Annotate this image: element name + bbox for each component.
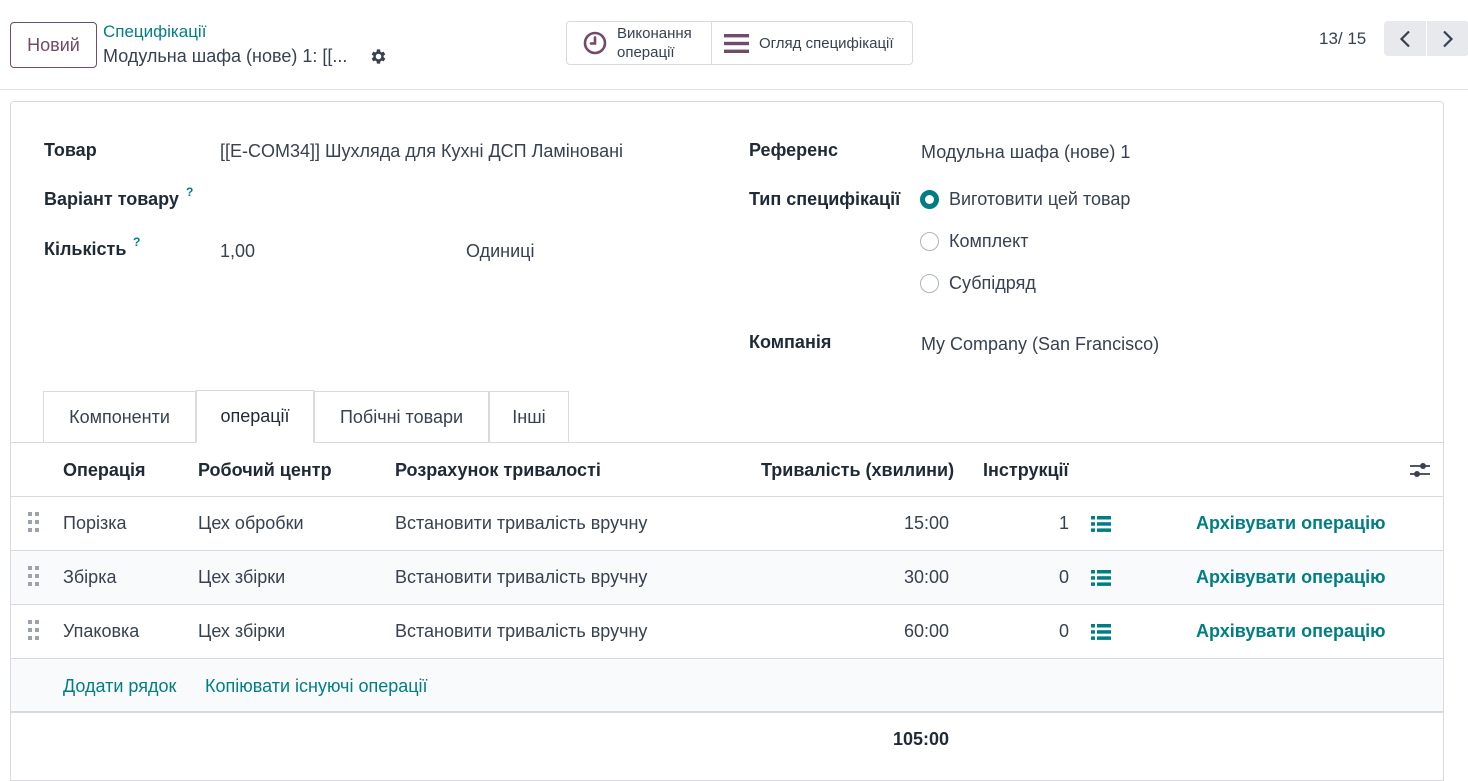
- add-line-link[interactable]: Додати рядок: [63, 676, 176, 697]
- record-title: Модульна шафа (нове) 1: [[...: [103, 46, 348, 66]
- radio-kit-label[interactable]: Комплект: [949, 231, 1028, 252]
- table-row[interactable]: Збірка Цех збірки Встановити тривалість …: [11, 551, 1443, 605]
- table-row[interactable]: Порізка Цех обробки Встановити триваліст…: [11, 497, 1443, 551]
- form-sheet: Товар [[E-COM34]] Шухляда для Кухні ДСП …: [10, 101, 1444, 781]
- reference-field[interactable]: Модульна шафа (нове) 1: [921, 142, 1130, 163]
- column-duration-computation[interactable]: Розрахунок тривалості: [395, 460, 601, 481]
- new-button[interactable]: Новий: [10, 22, 97, 68]
- cell-instructions: 1: [1058, 513, 1069, 533]
- cell-workcenter: Цех збірки: [198, 621, 286, 641]
- uom-field[interactable]: Одиниці: [466, 241, 534, 262]
- cell-duration-computation: Встановити тривалість вручну: [395, 567, 648, 587]
- radio-subcontracting-label[interactable]: Субпідряд: [949, 273, 1036, 294]
- variant-help-icon[interactable]: ?: [186, 185, 193, 199]
- add-line-row: Додати рядок Копіювати існуючі операції: [11, 660, 1443, 713]
- company-label: Компанія: [749, 332, 832, 352]
- column-instructions[interactable]: Інструкції: [983, 460, 1069, 481]
- bom-type-label: Тип специфікації: [749, 189, 901, 209]
- pager-previous-button[interactable]: [1384, 21, 1426, 56]
- bars-icon: [724, 33, 749, 53]
- clock-icon: [583, 31, 607, 55]
- cell-operation: Порізка: [63, 513, 127, 533]
- archive-operation-button[interactable]: Архівувати операцію: [1196, 621, 1385, 642]
- drag-handle-icon[interactable]: [28, 512, 40, 534]
- smart-buttons: Виконання операції Огляд специфікації: [566, 21, 913, 65]
- cell-duration-computation: Встановити тривалість вручну: [395, 513, 648, 533]
- operations-smart-button[interactable]: Виконання операції: [567, 22, 712, 64]
- gear-icon[interactable]: [369, 47, 388, 66]
- cell-duration: 30:00: [903, 567, 949, 587]
- total-duration: 105:00: [892, 729, 949, 749]
- cell-operation: Збірка: [63, 567, 117, 587]
- company-field[interactable]: My Company (San Francisco): [921, 334, 1159, 355]
- operations-table-header: Операція Робочий центр Розрахунок тривал…: [11, 443, 1443, 497]
- column-duration[interactable]: Тривалість (хвилини): [761, 460, 954, 481]
- chevron-right-icon: [1443, 30, 1454, 47]
- radio-subcontracting[interactable]: [920, 274, 939, 293]
- cell-workcenter: Цех збірки: [198, 567, 286, 587]
- cell-duration: 15:00: [903, 513, 949, 533]
- cell-duration: 60:00: [903, 621, 949, 641]
- reference-label: Референс: [749, 140, 838, 160]
- operations-smart-button-label: Виконання операції: [617, 25, 692, 61]
- control-panel: Новий Специфікації Модульна шафа (нове) …: [0, 0, 1468, 90]
- copy-operations-link[interactable]: Копіювати існуючі операції: [205, 676, 428, 697]
- instructions-list-icon[interactable]: [1091, 516, 1111, 532]
- bom-overview-smart-button-label: Огляд специфікації: [759, 34, 894, 52]
- quantity-help-icon[interactable]: ?: [133, 235, 140, 249]
- optional-columns-icon[interactable]: [1409, 459, 1431, 481]
- drag-handle-icon[interactable]: [28, 566, 40, 588]
- archive-operation-button[interactable]: Архівувати операцію: [1196, 513, 1385, 534]
- tab-components[interactable]: Компоненти: [43, 391, 196, 442]
- table-row[interactable]: Упаковка Цех збірки Встановити триваліст…: [11, 605, 1443, 659]
- instructions-list-icon[interactable]: [1091, 624, 1111, 640]
- tab-byproducts[interactable]: Побічні товари: [314, 391, 489, 442]
- instructions-list-icon[interactable]: [1091, 570, 1111, 586]
- radio-manufacture[interactable]: [920, 190, 939, 209]
- column-operation[interactable]: Операція: [63, 460, 145, 481]
- chevron-left-icon: [1399, 30, 1410, 47]
- radio-kit[interactable]: [920, 232, 939, 251]
- cell-operation: Упаковка: [63, 621, 140, 641]
- quantity-label: Кількість: [44, 239, 127, 259]
- breadcrumb-bom-list[interactable]: Специфікації: [103, 22, 206, 42]
- bom-overview-smart-button[interactable]: Огляд специфікації: [712, 22, 912, 64]
- tab-operations[interactable]: операції: [196, 390, 314, 443]
- product-field[interactable]: [[E-COM34]] Шухляда для Кухні ДСП Ламіно…: [220, 141, 623, 162]
- product-label: Товар: [44, 140, 97, 160]
- pager-next-button[interactable]: [1427, 21, 1468, 56]
- cell-workcenter: Цех обробки: [198, 513, 304, 533]
- variant-field[interactable]: [220, 190, 700, 214]
- column-workcenter[interactable]: Робочий центр: [198, 460, 332, 481]
- radio-manufacture-label[interactable]: Виготовити цей товар: [949, 189, 1130, 210]
- cell-instructions: 0: [1058, 567, 1069, 587]
- quantity-field[interactable]: 1,00: [220, 241, 255, 262]
- cell-duration-computation: Встановити тривалість вручну: [395, 621, 648, 641]
- drag-handle-icon[interactable]: [28, 620, 40, 642]
- cell-instructions: 0: [1058, 621, 1069, 641]
- pager-value[interactable]: 13/ 15: [1319, 29, 1366, 49]
- variant-label: Варіант товару: [44, 189, 179, 209]
- tab-other[interactable]: Інші: [489, 391, 569, 442]
- archive-operation-button[interactable]: Архівувати операцію: [1196, 567, 1385, 588]
